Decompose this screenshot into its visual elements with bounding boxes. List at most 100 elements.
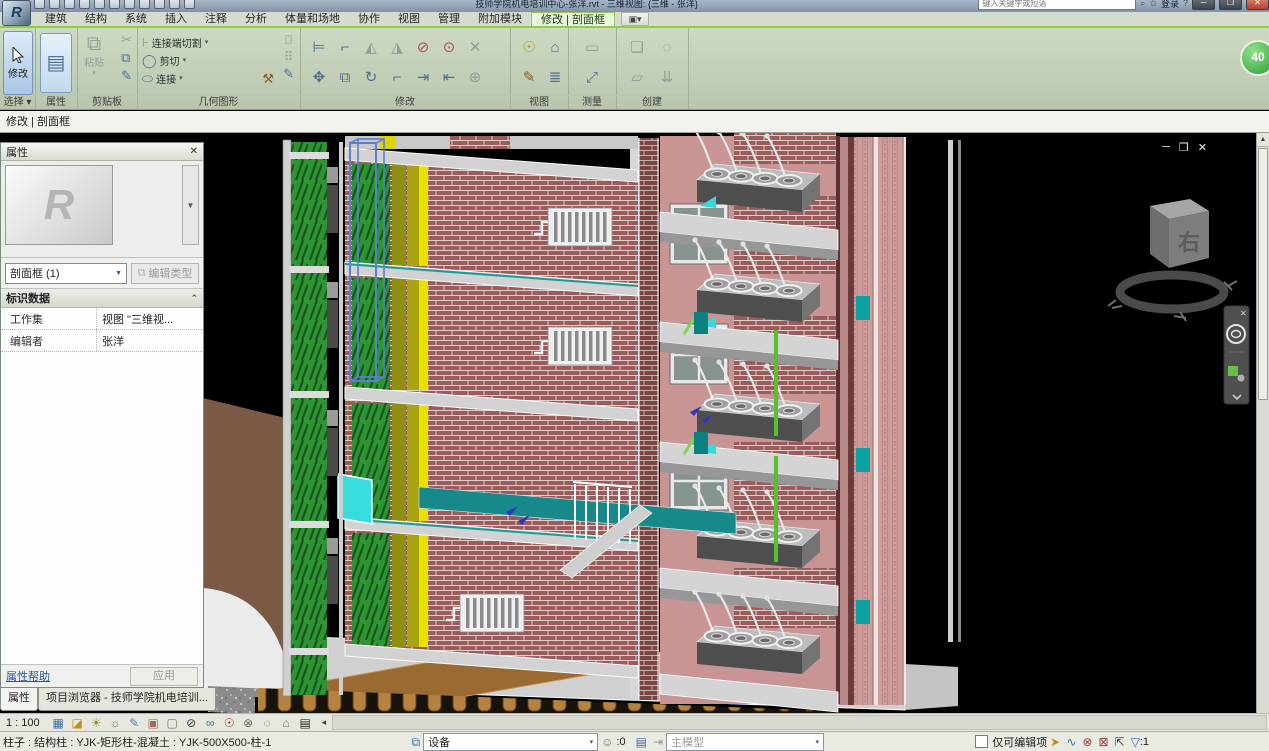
tab-insert[interactable]: 插入 <box>156 12 196 26</box>
viewcube-compass-ring[interactable] <box>1120 275 1224 309</box>
trim-corner-icon[interactable]: ⌐ <box>393 70 402 85</box>
select-links-icon[interactable]: ∿ <box>1066 733 1076 751</box>
property-row-workset[interactable]: 工作集 视图 "三维视... <box>1 308 203 330</box>
default-3d-icon[interactable] <box>169 0 180 9</box>
scroll-up-icon[interactable]: ▲ <box>1257 133 1269 147</box>
panel-geometry-label[interactable]: 几何图形 <box>137 95 300 109</box>
tab-massing-site[interactable]: 体量和场地 <box>276 12 349 26</box>
section-cut-wall-right[interactable] <box>838 137 906 705</box>
tab-annotate[interactable]: 注释 <box>196 12 236 26</box>
delete-icon[interactable]: ✕ <box>469 40 482 55</box>
drag-on-selection-icon[interactable]: ⇱ <box>1115 733 1125 751</box>
create-parts-icon[interactable]: ⇊ <box>661 70 674 85</box>
beam-joins-icon[interactable]: ⠿ <box>284 50 294 63</box>
collapse-chevron-icon[interactable]: ⌃ <box>190 293 198 304</box>
undo-icon[interactable] <box>79 0 90 9</box>
view-restore-button[interactable]: ❐ <box>1179 141 1189 154</box>
section-icon[interactable] <box>184 0 195 9</box>
pin-icon[interactable]: ⊕ <box>469 70 482 85</box>
worksets-icon[interactable]: ⧉ <box>412 733 421 751</box>
zoom-icon[interactable] <box>1228 366 1238 376</box>
view-close-button[interactable]: ✕ <box>1198 141 1207 154</box>
paint-icon[interactable]: ✎ <box>283 67 294 80</box>
panel-select-label[interactable]: 选择 ▾ <box>0 95 35 109</box>
tab-structure[interactable]: 结构 <box>76 12 116 26</box>
select-underlay-icon[interactable]: ⊠ <box>1098 733 1108 751</box>
sun-path-icon[interactable]: ☀ <box>88 715 105 731</box>
temporary-hide-icon[interactable]: ∞ <box>202 715 219 731</box>
filter-icon[interactable]: ▽ <box>1131 733 1140 751</box>
view-lock-icon[interactable]: ⊘ <box>183 715 200 731</box>
join-cut-button[interactable]: ⊦ 连接端切割▾ <box>142 33 208 51</box>
reveal-hidden-icon[interactable]: ☉ <box>221 715 238 731</box>
vertical-scroll-thumb[interactable] <box>1258 148 1268 400</box>
search-input[interactable] <box>978 0 1136 10</box>
create-group-icon[interactable]: ❏ <box>630 40 643 55</box>
viewcube[interactable]: 右 <box>1108 199 1237 321</box>
search-icon[interactable]: ⌕ <box>1140 0 1145 9</box>
mirror-pick-icon[interactable]: ◭ <box>365 40 377 55</box>
type-selector-expand-icon[interactable]: ▼ <box>182 165 199 245</box>
extend-multi-icon[interactable]: ⇤ <box>443 70 456 85</box>
panel-clipboard-label[interactable]: 剪贴板 <box>77 95 137 109</box>
demolish-hammer-icon[interactable]: ⚒ <box>262 71 274 86</box>
tab-modify-section-box[interactable]: 修改 | 剖面框 <box>531 12 615 26</box>
thin-lines-icon[interactable]: ≣ <box>549 70 562 85</box>
type-selector-dropdown[interactable]: 剖面框 (1)▼ <box>5 263 127 284</box>
tab-properties-palette[interactable]: 属性 <box>0 688 38 711</box>
panel-create-label[interactable]: 创建 <box>616 95 688 109</box>
cut-geometry-button[interactable]: ◯ 剪切▾ <box>142 51 208 69</box>
save-icon[interactable] <box>49 0 60 9</box>
tab-view[interactable]: 视图 <box>389 12 429 26</box>
hscroll-left-icon[interactable]: ◂ <box>322 717 327 728</box>
create-assembly-icon[interactable]: ▱ <box>631 70 643 85</box>
active-workset-dropdown[interactable]: 设备▾ <box>423 733 598 751</box>
mirror-draw-icon[interactable]: ◮ <box>391 40 403 55</box>
visual-style-icon[interactable]: ◪ <box>69 715 86 731</box>
tab-systems[interactable]: 系统 <box>116 12 156 26</box>
crop-region-icon[interactable]: ▢ <box>164 715 181 731</box>
application-menu-button[interactable]: R <box>2 0 31 26</box>
worksets-dialog-icon[interactable]: ▤ <box>636 733 647 751</box>
copy-icon[interactable]: ⧉ <box>340 70 351 85</box>
align-icon[interactable]: ⊨ <box>312 40 325 55</box>
join-geometry-button[interactable]: ⬭ 连接▾ <box>142 69 208 87</box>
edit-type-button[interactable]: ⧉编辑类型 <box>131 263 199 284</box>
tab-manage[interactable]: 管理 <box>429 12 469 26</box>
app-close-button[interactable]: ✕ <box>1246 0 1269 10</box>
app-minimize-button[interactable]: ─ <box>1192 0 1215 10</box>
editable-only-checkbox[interactable] <box>975 735 988 748</box>
scale-button[interactable]: 1 : 100 <box>6 717 40 729</box>
navbar-close-icon[interactable]: ✕ <box>1240 309 1247 318</box>
horizontal-scrollbar[interactable] <box>332 715 1267 730</box>
trim-multi-icon[interactable]: ⇥ <box>417 70 430 85</box>
print-icon[interactable] <box>109 0 120 9</box>
paste-button[interactable]: ⧉ 粘贴 ▾ <box>81 34 107 77</box>
modify-button[interactable]: 修改 <box>3 31 33 95</box>
match-type-icon[interactable]: ✎ <box>121 69 132 82</box>
navigation-bar[interactable]: ✕ <box>1224 306 1249 404</box>
aligned-dimension-icon[interactable]: ⤢ <box>586 70 598 85</box>
ruler-icon[interactable]: ▭ <box>585 40 599 55</box>
help-icon[interactable]: ? <box>1183 0 1188 8</box>
redo-icon[interactable] <box>94 0 105 9</box>
sketchy-lines-icon[interactable]: ✎ <box>126 715 143 731</box>
cut-icon[interactable]: ✂ <box>121 33 132 46</box>
linework-icon[interactable]: ✎ <box>523 70 536 85</box>
cyan-panel[interactable] <box>338 474 372 524</box>
panel-modify-label[interactable]: 修改 <box>300 95 510 109</box>
vertical-scrollbar[interactable]: ▲ <box>1256 133 1269 713</box>
login-label[interactable]: 登录 <box>1161 0 1179 10</box>
ribbon-display-toggle[interactable]: ▣▾ <box>621 12 649 26</box>
tab-analyze[interactable]: 分析 <box>236 12 276 26</box>
model-graphics-icon[interactable]: ▦ <box>50 715 67 731</box>
displaced-sets-icon[interactable]: ▤ <box>297 715 314 731</box>
create-similar-icon[interactable]: ◌ <box>663 40 672 55</box>
sync-icon[interactable] <box>64 0 75 9</box>
select-pinned-icon[interactable]: ⊗ <box>1082 733 1092 751</box>
measure-icon[interactable] <box>124 0 135 9</box>
properties-help-link[interactable]: 属性帮助 <box>6 668 50 684</box>
editable-only-label[interactable]: 仅可编辑项 <box>992 734 1047 750</box>
display-options-icon[interactable]: ⌂ <box>550 40 559 55</box>
apply-button[interactable]: 应用 <box>130 667 198 686</box>
